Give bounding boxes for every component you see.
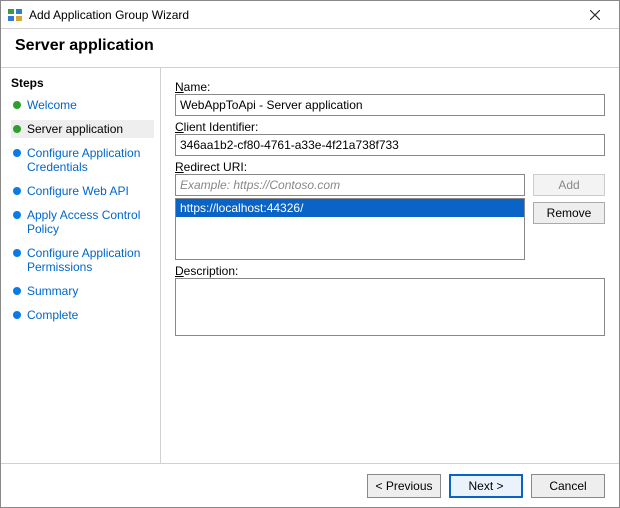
wizard-window: Add Application Group Wizard Server appl…	[0, 0, 620, 508]
wizard-body: Steps Welcome Server application Configu…	[1, 68, 619, 463]
step-bullet-icon	[13, 149, 21, 157]
step-bullet-icon	[13, 101, 21, 109]
step-label: Welcome	[27, 98, 152, 112]
step-complete[interactable]: Complete	[11, 306, 154, 324]
step-bullet-icon	[13, 211, 21, 219]
step-label: Configure Web API	[27, 184, 152, 198]
step-bullet-icon	[13, 311, 21, 319]
remove-button[interactable]: Remove	[533, 202, 605, 224]
name-label: Name:	[175, 80, 605, 94]
redirect-uri-input[interactable]	[175, 174, 525, 196]
client-id-label: Client Identifier:	[175, 120, 605, 134]
step-apply-access-control[interactable]: Apply Access Control Policy	[11, 206, 154, 238]
description-label: Description:	[175, 264, 605, 278]
step-bullet-icon	[13, 287, 21, 295]
step-label: Configure Application Permissions	[27, 246, 152, 274]
step-bullet-icon	[13, 187, 21, 195]
wizard-footer: < Previous Next > Cancel	[1, 463, 619, 507]
window-title: Add Application Group Wizard	[29, 8, 577, 22]
page-title: Server application	[15, 37, 605, 55]
steps-heading: Steps	[11, 76, 154, 90]
step-configure-permissions[interactable]: Configure Application Permissions	[11, 244, 154, 276]
app-icon	[7, 7, 23, 23]
step-label: Complete	[27, 308, 152, 322]
steps-sidebar: Steps Welcome Server application Configu…	[1, 68, 161, 463]
add-button[interactable]: Add	[533, 174, 605, 196]
previous-button[interactable]: < Previous	[367, 474, 441, 498]
step-bullet-icon	[13, 249, 21, 257]
window-close-button[interactable]	[577, 3, 613, 27]
step-label: Apply Access Control Policy	[27, 208, 152, 236]
step-label: Server application	[27, 122, 152, 136]
next-button[interactable]: Next >	[449, 474, 523, 498]
step-label: Configure Application Credentials	[27, 146, 152, 174]
step-configure-web-api[interactable]: Configure Web API	[11, 182, 154, 200]
description-input[interactable]	[175, 278, 605, 336]
step-label: Summary	[27, 284, 152, 298]
redirect-uri-list[interactable]: https://localhost:44326/	[175, 198, 525, 260]
cancel-button[interactable]: Cancel	[531, 474, 605, 498]
step-bullet-icon	[13, 125, 21, 133]
step-configure-credentials[interactable]: Configure Application Credentials	[11, 144, 154, 176]
client-id-input[interactable]	[175, 134, 605, 156]
step-welcome[interactable]: Welcome	[11, 96, 154, 114]
page-header: Server application	[1, 29, 619, 68]
form-area: Name: Client Identifier: Redirect URI: h…	[161, 68, 619, 463]
redirect-uri-item[interactable]: https://localhost:44326/	[176, 199, 524, 217]
title-bar: Add Application Group Wizard	[1, 1, 619, 29]
step-summary[interactable]: Summary	[11, 282, 154, 300]
redirect-uri-label: Redirect URI:	[175, 160, 605, 174]
step-server-application[interactable]: Server application	[11, 120, 154, 138]
name-input[interactable]	[175, 94, 605, 116]
